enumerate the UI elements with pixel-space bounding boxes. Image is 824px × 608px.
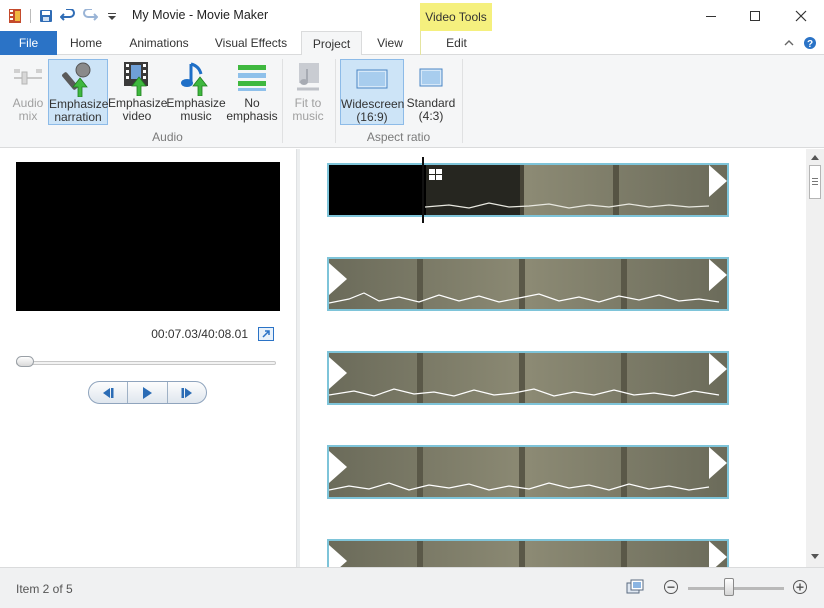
quick-access-toolbar <box>4 6 123 26</box>
standard-icon <box>405 59 457 97</box>
group-label-aspect-ratio: Aspect ratio <box>366 130 431 144</box>
emphasize-music-button[interactable]: Emphasize music <box>166 59 226 125</box>
no-emphasis-label-2: emphasis <box>226 109 278 123</box>
tab-file[interactable]: File <box>0 31 57 55</box>
app-menu-icon[interactable] <box>4 6 26 26</box>
storyboard-clip-3[interactable] <box>327 351 729 405</box>
tab-home[interactable]: Home <box>62 31 110 55</box>
status-bar: Item 2 of 5 <box>0 567 824 608</box>
fullscreen-button[interactable] <box>258 327 274 341</box>
customize-qat-icon[interactable] <box>101 6 123 26</box>
playback-controls <box>88 381 207 404</box>
no-emphasis-icon <box>226 59 278 97</box>
title-bar: My Movie - Movie Maker Video Tools <box>0 0 824 31</box>
ribbon-group-separator <box>462 59 463 143</box>
undo-icon[interactable] <box>57 6 79 26</box>
help-icon[interactable]: ? <box>802 35 818 51</box>
fit-to-music-button[interactable]: Fit to music <box>286 59 330 125</box>
next-frame-button[interactable] <box>168 382 206 403</box>
tab-visual-effects[interactable]: Visual Effects <box>207 31 295 55</box>
video-preview[interactable] <box>16 162 280 311</box>
play-icon <box>143 386 153 399</box>
preview-pane: 00:07.03/40:08.01 <box>0 149 296 567</box>
emphasize-music-label-2: music <box>180 109 212 123</box>
standard-label-2: (4:3) <box>418 109 444 123</box>
scroll-up-icon[interactable] <box>806 149 824 165</box>
previous-frame-button[interactable] <box>89 382 129 403</box>
audio-mix-icon <box>8 59 48 97</box>
emphasize-narration-button[interactable]: Emphasize narration <box>48 59 108 125</box>
thumbnail-size-icon[interactable] <box>626 579 644 595</box>
widescreen-label-2: (16:9) <box>356 110 388 124</box>
minimize-button[interactable] <box>688 0 734 31</box>
storyboard-clip-4[interactable] <box>327 445 729 499</box>
maximize-button[interactable] <box>732 0 778 31</box>
save-icon[interactable] <box>35 6 57 26</box>
previous-frame-icon <box>103 387 114 398</box>
microphone-icon <box>49 60 107 98</box>
emphasize-video-button[interactable]: Emphasize video <box>108 59 167 125</box>
seek-thumb[interactable] <box>16 356 34 367</box>
music-note-icon <box>166 59 226 97</box>
item-count: Item 2 of 5 <box>16 582 73 596</box>
scroll-down-icon[interactable] <box>806 549 824 565</box>
maximize-icon <box>750 10 760 21</box>
timecode: 00:07.03/40:08.01 <box>151 327 248 341</box>
emphasize-video-label-2: video <box>122 109 152 123</box>
playhead[interactable] <box>422 157 424 223</box>
next-frame-icon <box>181 387 192 398</box>
close-icon <box>795 10 807 21</box>
fit-to-music-label-2: music <box>292 109 324 123</box>
standard-button[interactable]: Standard (4:3) <box>405 59 457 125</box>
close-button[interactable] <box>778 0 824 31</box>
video-tools-context-header: Video Tools <box>420 3 492 31</box>
widescreen-button[interactable]: Widescreen (16:9) <box>340 59 404 125</box>
play-button[interactable] <box>128 382 168 403</box>
film-icon <box>108 59 166 97</box>
widescreen-icon <box>341 60 403 98</box>
storyboard-scrollbar[interactable] <box>806 149 824 567</box>
seek-bar[interactable] <box>16 361 276 365</box>
no-emphasis-button[interactable]: No emphasis <box>226 59 278 125</box>
storyboard-clip-1[interactable] <box>327 163 729 217</box>
zoom-slider-track[interactable] <box>688 587 784 590</box>
redo-icon[interactable] <box>79 6 101 26</box>
ribbon-tabs: File Home Animations Visual Effects Proj… <box>0 31 824 56</box>
storyboard-clip-2[interactable] <box>327 257 729 311</box>
storyboard[interactable] <box>300 149 806 567</box>
audio-mix-label-2: mix <box>18 109 38 123</box>
svg-text:?: ? <box>807 39 813 50</box>
minimize-icon <box>706 15 716 17</box>
collapse-ribbon-icon[interactable] <box>781 35 797 51</box>
tab-edit[interactable]: Edit <box>420 31 492 55</box>
storyboard-clip-5[interactable] <box>327 539 729 567</box>
audio-mix-button[interactable]: Audio mix <box>8 59 48 125</box>
tab-view[interactable]: View <box>366 31 414 55</box>
fullscreen-icon <box>258 327 274 341</box>
scroll-thumb[interactable] <box>809 165 821 199</box>
window-title: My Movie - Movie Maker <box>132 8 269 22</box>
emphasize-narration-label-2: narration <box>54 110 102 124</box>
fit-to-music-icon <box>286 59 330 97</box>
qat-separator <box>30 9 31 23</box>
zoom-in-icon[interactable] <box>792 579 808 595</box>
tab-project[interactable]: Project <box>301 31 362 56</box>
zoom-out-icon[interactable] <box>663 579 679 595</box>
zoom-slider-thumb[interactable] <box>724 578 735 596</box>
ribbon-project: Audio mix Emphasize narration Emphasize … <box>0 55 824 148</box>
tab-animations[interactable]: Animations <box>120 31 198 55</box>
group-label-audio: Audio <box>152 130 183 144</box>
